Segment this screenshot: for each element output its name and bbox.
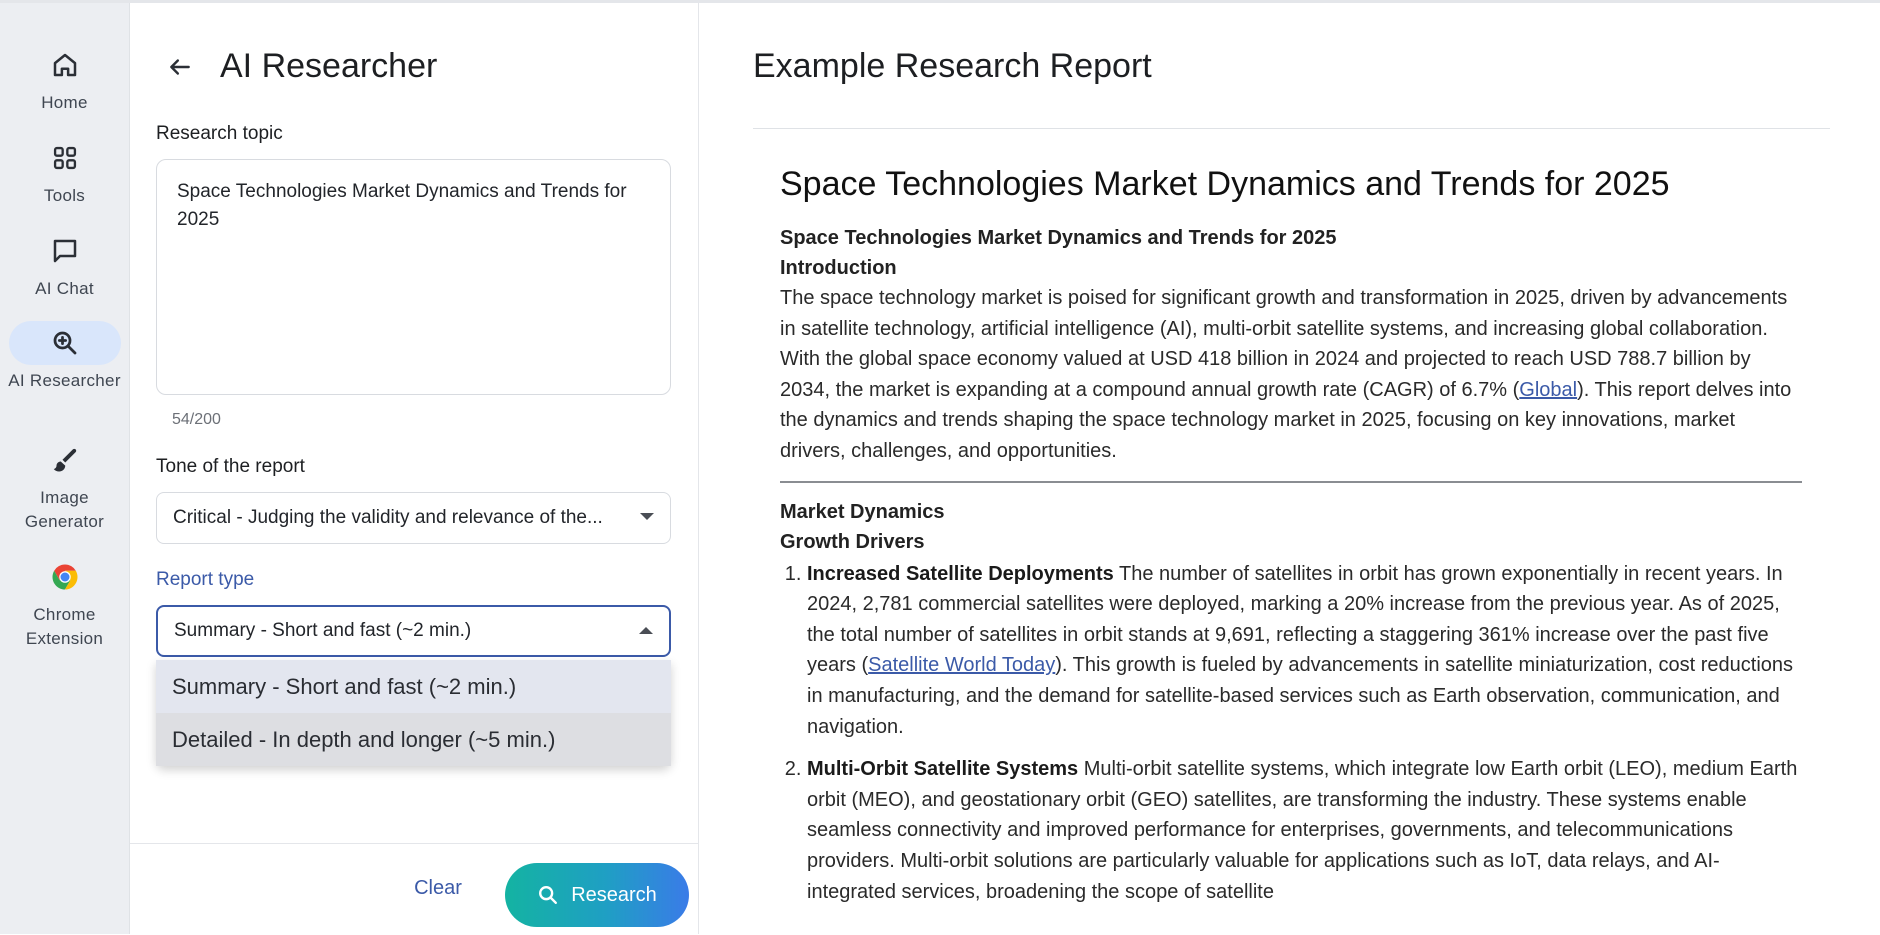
chrome-icon [9,555,121,599]
report-type-label: Report type [156,569,255,590]
sidebar-item-image-generator[interactable]: Image Generator [0,438,129,534]
report-type-option-detailed[interactable]: Detailed - In depth and longer (~5 min.) [156,713,671,766]
report-document: Space Technologies Market Dynamics and T… [780,163,1802,919]
tone-select-value: Critical - Judging the validity and rele… [173,507,603,528]
sidebar-item-chrome-extension[interactable]: Chrome Extension [0,555,129,651]
research-button[interactable]: Research [505,863,689,927]
report-section-heading: Example Research Report [753,47,1152,85]
divider [780,480,1802,483]
report-view: Example Research Report Space Technologi… [700,3,1880,934]
intro-heading: Introduction [780,257,897,279]
search-icon [539,886,558,904]
topic-input[interactable]: Space Technologies Market Dynamics and T… [156,159,671,395]
intro-paragraph: The space technology market is poised fo… [780,283,1802,467]
sidebar-item-label: Tools [43,186,86,205]
brush-icon [9,438,121,482]
tone-label: Tone of the report [156,456,305,477]
report-type-select[interactable]: Summary - Short and fast (~2 min.) [156,605,671,657]
sidebar-item-ai-chat[interactable]: AI Chat [0,229,129,301]
report-type-option-summary[interactable]: Summary - Short and fast (~2 min.) [156,660,671,713]
global-link[interactable]: Global [1519,379,1577,401]
sidebar-item-label: Home [41,93,88,112]
research-form-panel: AI Researcher Research topic Space Techn… [130,3,699,935]
sidebar-nav: Home Tools AI Chat AI Researcher Image G… [0,3,130,934]
sidebar-item-home[interactable]: Home [0,43,129,115]
topic-char-counter: 54/200 [172,411,221,428]
sidebar-item-ai-researcher[interactable]: AI Researcher [0,321,129,393]
arrow-left-icon [170,59,190,75]
growth-drivers-list: Increased Satellite Deployments The numb… [780,559,1802,908]
report-type-select-value: Summary - Short and fast (~2 min.) [174,620,472,641]
divider [753,128,1830,129]
tone-select[interactable]: Critical - Judging the validity and rele… [156,492,671,544]
sidebar-item-label: Chrome Extension [25,605,104,648]
report-subtitle: Space Technologies Market Dynamics and T… [780,227,1337,249]
report-title: Space Technologies Market Dynamics and T… [780,165,1670,203]
satellite-world-today-link[interactable]: Satellite World Today [868,654,1055,676]
panel-title: AI Researcher [220,47,438,85]
topic-label: Research topic [156,123,283,144]
report-type-dropdown-menu: Summary - Short and fast (~2 min.) Detai… [156,660,671,766]
growth-drivers-heading: Growth Drivers [780,530,925,553]
sidebar-item-label: AI Chat [35,279,94,298]
home-icon [9,43,121,87]
grid-icon [9,136,121,180]
sidebar-item-tools[interactable]: Tools [0,136,129,208]
item-title: Increased Satellite Deployments [807,562,1114,585]
chat-icon [9,229,121,273]
form-footer: Clear Research [130,843,698,935]
list-item: Multi-Orbit Satellite Systems Multi-orbi… [807,754,1802,907]
clear-button[interactable]: Clear [390,866,486,910]
back-button[interactable] [158,45,202,89]
market-dynamics-heading: Market Dynamics [780,500,945,523]
sidebar-item-label: AI Researcher [8,371,121,390]
list-item: Increased Satellite Deployments The numb… [807,559,1802,743]
item-title: Multi-Orbit Satellite Systems [807,758,1079,781]
research-button-label: Research [571,883,657,906]
chevron-up-icon [639,627,653,634]
chevron-down-icon [640,513,654,520]
sidebar-item-label: Image Generator [24,488,105,531]
search-zoom-icon [8,321,121,365]
